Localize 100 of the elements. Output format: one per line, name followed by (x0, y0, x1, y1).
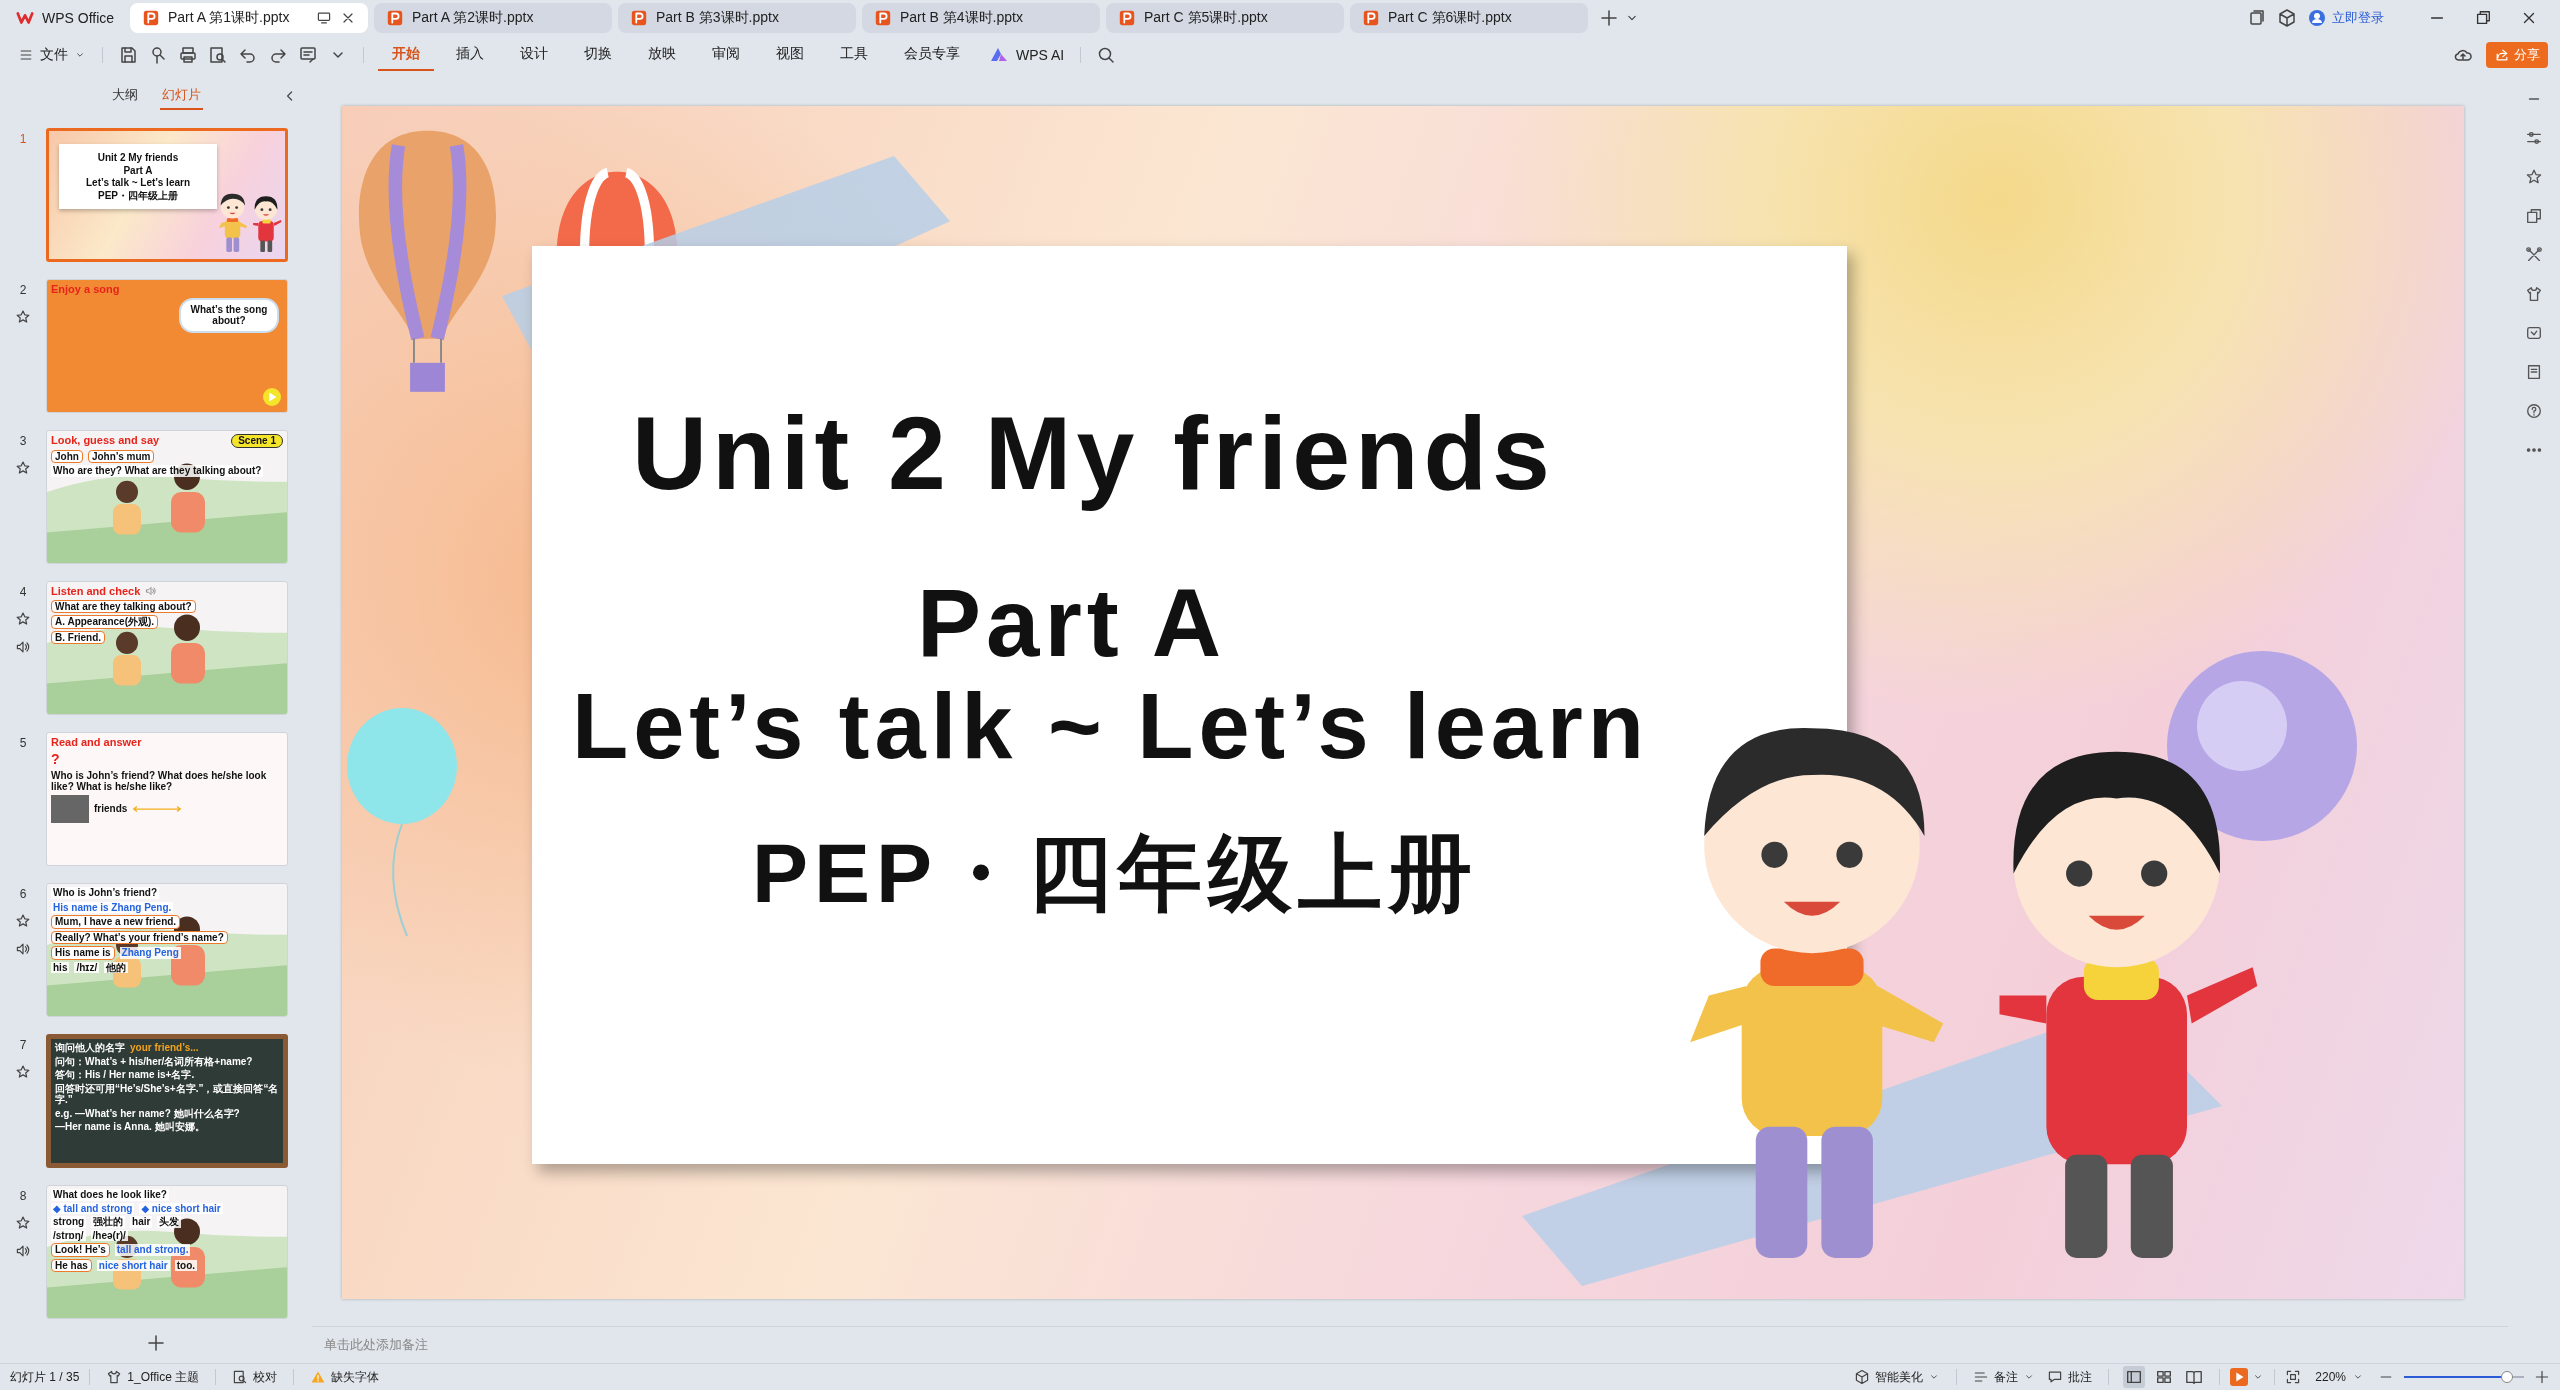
slide-thumbnail[interactable]: Look, guess and say Scene 1 John John’s mum Who are they? What are they talking about? (46, 430, 288, 564)
ribbon-tab[interactable]: 设计 (506, 39, 562, 71)
monitor-icon[interactable] (316, 10, 332, 26)
print-preview-icon[interactable] (208, 45, 228, 65)
search-icon[interactable] (1096, 45, 1117, 65)
document-tab[interactable]: Part C 第5课时.pptx (1106, 3, 1344, 33)
speech-bubble: What are they talking about? (51, 599, 196, 614)
star-icon[interactable] (15, 611, 31, 627)
restore-icon[interactable] (2474, 9, 2492, 27)
notes-icon (1973, 1369, 1990, 1385)
ribbon-tab[interactable]: 审阅 (698, 39, 754, 71)
slide-thumbnail[interactable]: Read and answer ? Who is John’s friend? What does he/she look like? What is he/she like? friends (46, 732, 288, 866)
slide-number: 4 (19, 585, 27, 599)
new-tab-icon[interactable] (1599, 8, 1619, 28)
slide-text: strong (51, 1216, 87, 1228)
missing-fonts-button[interactable]: 缺失字体 (304, 1368, 386, 1386)
file-menu[interactable]: 文件 (12, 42, 92, 68)
document-tab[interactable]: Part A 第1课时.pptx (130, 3, 368, 33)
star-icon[interactable] (15, 913, 31, 929)
slide-text: /strɒŋ/ (51, 1229, 86, 1241)
slide-title: Unit 2 My friends (97, 152, 179, 164)
slide-text: 强壮的 (91, 1216, 126, 1228)
panel-tab[interactable]: 大纲 (109, 82, 140, 110)
hint-text: your friend’s... (130, 1042, 199, 1054)
star-icon[interactable] (15, 1064, 31, 1080)
slide-heading: Enjoy a song (51, 283, 120, 296)
star-icon[interactable] (15, 309, 31, 325)
star-icon[interactable] (2525, 168, 2543, 186)
shirt-icon[interactable] (2525, 285, 2543, 303)
print-icon[interactable] (178, 45, 198, 65)
help-icon[interactable] (2525, 402, 2543, 420)
slide-thumbnail[interactable]: Who is John’s friend? His name is Zhang Peng. Mum, I have a new friend. Really? What’s your friend’s name? His name is Zhang Peng his /hɪz/ 他的 (46, 883, 288, 1017)
presentation-file-icon (874, 9, 892, 27)
zoom-in-icon[interactable] (2534, 1369, 2550, 1385)
slide-thumbnail[interactable]: 询问他人的名字 your friend’s... 问句：What’s + his/her/名词所有格+name? 答句：His / Her name is+名字. 回答时还可用“He’s/She’s+名字.”，或直接回答“名字.” e.g. —What’s her name? 她叫什么名字? —Her name is Anna. 她叫安娜。 (46, 1034, 288, 1168)
add-slide-icon[interactable] (146, 1333, 166, 1353)
fit-window-icon[interactable] (2285, 1369, 2302, 1385)
zoom-dropdown[interactable]: 220% (2315, 1370, 2364, 1384)
cube-icon[interactable] (2277, 8, 2297, 28)
slide-thumbnail[interactable]: Unit 2 My friends Part A Let’s talk ~ Let’s learn PEP・四年级上册 (46, 128, 288, 262)
presentation-file-icon (386, 9, 404, 27)
highlight-text: Zhang Peng (119, 947, 181, 959)
slide-text: Who is John’s friend? (51, 887, 160, 899)
frame-icon[interactable] (2525, 324, 2543, 342)
slide-thumbnail[interactable]: Enjoy a song What’s the song about? (46, 279, 288, 413)
slide-text: /heə(r)/ (90, 1229, 128, 1241)
speech-bubble: A. Appearance(外观). (51, 615, 159, 629)
document-tab[interactable]: WPS Office (4, 3, 124, 33)
ribbon-tab[interactable]: 工具 (826, 39, 882, 71)
tools-icon[interactable] (2525, 246, 2543, 264)
theme-button[interactable]: 1_Office 主题 (100, 1368, 206, 1386)
ribbon-tab[interactable]: 放映 (634, 39, 690, 71)
board-text: —Her name is Anna. 她叫安娜。 (55, 1121, 205, 1133)
windows-icon[interactable] (2247, 8, 2267, 28)
comments-button[interactable]: 批注 (2041, 1368, 2099, 1386)
ribbon-tab[interactable]: 视图 (762, 39, 818, 71)
highlight-text: ◆ nice short hair (139, 1202, 223, 1214)
login-link[interactable]: 立即登录 (2302, 8, 2384, 28)
document-tab[interactable]: Part B 第3课时.pptx (618, 3, 856, 33)
slide-text: hair (130, 1216, 153, 1228)
slide-text: 头发 (157, 1216, 182, 1228)
slideshow-icon[interactable] (2230, 1368, 2249, 1386)
slide-number: 6 (19, 887, 27, 901)
board-text: 答句：His / Her name is+名字. (55, 1069, 195, 1081)
presentation-file-icon (142, 9, 160, 27)
save-icon[interactable] (118, 45, 138, 65)
document-tab[interactable]: Part C 第6课时.pptx (1350, 3, 1588, 33)
share-icon (2494, 47, 2510, 63)
slide-heading: Look, guess and say (51, 434, 160, 448)
zoom-slider-thumb[interactable] (2501, 1371, 2514, 1383)
beautify-icon (1854, 1369, 1871, 1385)
highlight-text: His name is Zhang Peng. (51, 901, 174, 913)
notes-button[interactable]: 备注 (1967, 1368, 2042, 1386)
slide-text: Who is John’s friend? What does he/she look like? What is he/she like? (51, 769, 268, 793)
slide-thumbnail[interactable]: What does he look like? ◆ tall and strong ◆ nice short hair strong 强壮的 hair 头发 /strɒŋ/ /heə(r)/ Look! He’s tall and strong. He has nice short hair too. (46, 1185, 288, 1319)
slide-number: 8 (19, 1189, 27, 1203)
presentation-file-icon (1362, 9, 1380, 27)
speech-bubble: His name is (51, 946, 115, 960)
scene-badge: Scene 1 (231, 434, 283, 448)
star-icon[interactable] (15, 1215, 31, 1231)
ribbon-tab[interactable]: 会员专享 (890, 39, 974, 71)
beautify-button[interactable]: 智能美化 (1848, 1368, 1947, 1386)
document-tab[interactable]: Part A 第2课时.pptx (374, 3, 612, 33)
board-text: 回答时还可用“He’s/She’s+名字.”，或直接回答“名字.” (55, 1082, 279, 1106)
ribbon-tab[interactable]: 插入 (442, 39, 498, 71)
slide-thumbnail[interactable]: Listen and check What are they talking about? A. Appearance(外观). B. Friend. (46, 581, 288, 715)
properties-icon[interactable] (2525, 129, 2543, 147)
speech-bubble: John (51, 449, 83, 463)
star-icon[interactable] (15, 460, 31, 476)
book-icon[interactable] (2525, 363, 2543, 381)
ai-button[interactable]: WPS AI (978, 41, 1071, 69)
ribbon-tab[interactable]: 切换 (570, 39, 626, 71)
proofing-button[interactable]: 校对 (226, 1368, 284, 1386)
document-tab[interactable]: Part B 第4课时.pptx (862, 3, 1100, 33)
slide-title: Unit 2 My friends (632, 396, 1555, 511)
speech-bubble: John’s mum (87, 449, 155, 463)
slide-text: What does he look like? (51, 1189, 169, 1201)
normal-view-icon[interactable] (2123, 1366, 2146, 1388)
speech-bubble: Look! He’s (51, 1243, 110, 1257)
copy-icon[interactable] (2525, 207, 2543, 225)
